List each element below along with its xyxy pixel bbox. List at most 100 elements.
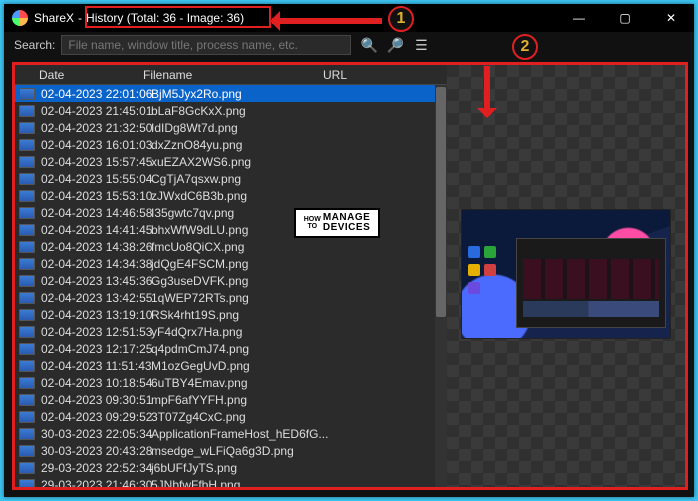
image-thumb-icon bbox=[19, 275, 35, 287]
col-url-header[interactable]: URL bbox=[323, 68, 447, 82]
image-thumb-icon bbox=[19, 105, 35, 117]
row-filename: xuEZAX2WS6.png bbox=[151, 155, 447, 169]
minimize-button[interactable]: — bbox=[556, 4, 602, 32]
row-date: 02-04-2023 09:29:52 bbox=[41, 410, 151, 424]
close-button[interactable]: ✕ bbox=[648, 4, 694, 32]
row-date: 02-04-2023 22:01:06 bbox=[41, 87, 151, 101]
row-filename: mpF6afYYFH.png bbox=[151, 393, 447, 407]
table-row[interactable]: 02-04-2023 13:45:36Gg3useDVFK.png bbox=[15, 272, 447, 289]
history-list: Date Filename URL 02-04-2023 22:01:06BjM… bbox=[15, 65, 447, 487]
row-date: 30-03-2023 20:43:28 bbox=[41, 444, 151, 458]
row-filename: 5JNbfwFfbH.png bbox=[151, 478, 447, 488]
row-filename: bLaF8GcKxX.png bbox=[151, 104, 447, 118]
row-filename: dxZznO84yu.png bbox=[151, 138, 447, 152]
search-bar: Search: 🔍 🔎 ☰ bbox=[4, 32, 694, 58]
maximize-button[interactable]: ▢ bbox=[602, 4, 648, 32]
image-thumb-icon bbox=[19, 411, 35, 423]
table-row[interactable]: 30-03-2023 22:05:34ApplicationFrameHost_… bbox=[15, 425, 447, 442]
image-thumb-icon bbox=[19, 445, 35, 457]
search-input[interactable] bbox=[61, 35, 351, 55]
row-date: 02-04-2023 14:46:58 bbox=[41, 206, 151, 220]
titlebar[interactable]: ShareX - History (Total: 36 - Image: 36)… bbox=[4, 4, 694, 32]
image-thumb-icon bbox=[19, 122, 35, 134]
sharex-history-window: ShareX - History (Total: 36 - Image: 36)… bbox=[4, 4, 694, 497]
row-filename: CgTjA7qsxw.png bbox=[151, 172, 447, 186]
row-date: 02-04-2023 09:30:51 bbox=[41, 393, 151, 407]
image-thumb-icon bbox=[19, 360, 35, 372]
row-filename: j6bUFfJyTS.png bbox=[151, 461, 447, 475]
content-area: Date Filename URL 02-04-2023 22:01:06BjM… bbox=[12, 62, 688, 490]
table-row[interactable]: 02-04-2023 12:17:25q4pdmCmJ74.png bbox=[15, 340, 447, 357]
image-thumb-icon bbox=[19, 428, 35, 440]
row-date: 02-04-2023 15:55:04 bbox=[41, 172, 151, 186]
table-row[interactable]: 02-04-2023 14:46:58I35gwtc7qv.png bbox=[15, 204, 447, 221]
app-name: ShareX bbox=[34, 11, 74, 25]
table-row[interactable]: 30-03-2023 20:43:28msedge_wLFiQa6g3D.png bbox=[15, 442, 447, 459]
row-date: 02-04-2023 12:51:53 bbox=[41, 325, 151, 339]
scrollbar-thumb[interactable] bbox=[436, 87, 446, 317]
table-row[interactable]: 02-04-2023 21:45:01bLaF8GcKxX.png bbox=[15, 102, 447, 119]
col-filename-header[interactable]: Filename bbox=[143, 68, 323, 82]
image-thumb-icon bbox=[19, 156, 35, 168]
table-row[interactable]: 02-04-2023 09:30:51mpF6afYYFH.png bbox=[15, 391, 447, 408]
table-row[interactable]: 29-03-2023 22:52:34j6bUFfJyTS.png bbox=[15, 459, 447, 476]
table-row[interactable]: 02-04-2023 14:38:26fmcUo8QiCX.png bbox=[15, 238, 447, 255]
image-thumb-icon bbox=[19, 241, 35, 253]
row-filename: yF4dQrx7Ha.png bbox=[151, 325, 447, 339]
image-thumb-icon bbox=[19, 343, 35, 355]
row-date: 30-03-2023 22:05:34 bbox=[41, 427, 151, 441]
table-row[interactable]: 02-04-2023 14:41:45bhxWfW9dLU.png bbox=[15, 221, 447, 238]
row-filename: msedge_wLFiQa6g3D.png bbox=[151, 444, 447, 458]
image-thumb-icon bbox=[19, 479, 35, 488]
table-row[interactable]: 02-04-2023 21:32:50IdIDg8Wt7d.png bbox=[15, 119, 447, 136]
row-date: 02-04-2023 21:32:50 bbox=[41, 121, 151, 135]
row-filename: jdQgE4FSCM.png bbox=[151, 257, 447, 271]
table-row[interactable]: 02-04-2023 09:29:523T07Zg4CxC.png bbox=[15, 408, 447, 425]
table-row[interactable]: 02-04-2023 16:01:03dxZznO84yu.png bbox=[15, 136, 447, 153]
vertical-scrollbar[interactable] bbox=[435, 85, 447, 487]
row-filename: q4pdmCmJ74.png bbox=[151, 342, 447, 356]
table-row[interactable]: 02-04-2023 12:51:53yF4dQrx7Ha.png bbox=[15, 323, 447, 340]
table-row[interactable]: 02-04-2023 15:55:04CgTjA7qsxw.png bbox=[15, 170, 447, 187]
table-row[interactable]: 02-04-2023 15:57:45xuEZAX2WS6.png bbox=[15, 153, 447, 170]
row-date: 02-04-2023 15:57:45 bbox=[41, 155, 151, 169]
row-filename: 3T07Zg4CxC.png bbox=[151, 410, 447, 424]
row-filename: bhxWfW9dLU.png bbox=[151, 223, 447, 237]
table-row[interactable]: 02-04-2023 10:18:546uTBY4Emav.png bbox=[15, 374, 447, 391]
table-row[interactable]: 02-04-2023 11:51:43M1ozGegUvD.png bbox=[15, 357, 447, 374]
row-filename: BjM5Jyx2Ro.png bbox=[151, 87, 447, 101]
image-thumb-icon bbox=[19, 190, 35, 202]
row-filename: zJWxdC6B3b.png bbox=[151, 189, 447, 203]
image-thumb-icon bbox=[19, 207, 35, 219]
sharex-logo-icon bbox=[12, 10, 28, 26]
row-filename: IdIDg8Wt7d.png bbox=[151, 121, 447, 135]
settings-icon[interactable]: ☰ bbox=[413, 37, 429, 53]
search-icon[interactable]: 🔍 bbox=[361, 37, 377, 53]
window-title-suffix: History (Total: 36 - Image: 36) bbox=[82, 10, 248, 26]
table-row[interactable]: 02-04-2023 15:53:10zJWxdC6B3b.png bbox=[15, 187, 447, 204]
table-row[interactable]: 02-04-2023 13:42:551qWEP72RTs.png bbox=[15, 289, 447, 306]
row-filename: RSk4rht19S.png bbox=[151, 308, 447, 322]
table-row[interactable]: 02-04-2023 22:01:06BjM5Jyx2Ro.png bbox=[15, 85, 447, 102]
column-headers[interactable]: Date Filename URL bbox=[15, 65, 447, 85]
preview-image[interactable] bbox=[461, 209, 671, 339]
image-thumb-icon bbox=[19, 292, 35, 304]
table-row[interactable]: 02-04-2023 14:34:38jdQgE4FSCM.png bbox=[15, 255, 447, 272]
row-date: 02-04-2023 13:19:10 bbox=[41, 308, 151, 322]
image-thumb-icon bbox=[19, 394, 35, 406]
search-advanced-icon[interactable]: 🔎 bbox=[387, 37, 403, 53]
image-thumb-icon bbox=[19, 309, 35, 321]
table-row[interactable]: 02-04-2023 13:19:10RSk4rht19S.png bbox=[15, 306, 447, 323]
row-date: 02-04-2023 14:41:45 bbox=[41, 223, 151, 237]
row-date: 02-04-2023 14:38:26 bbox=[41, 240, 151, 254]
col-date-header[interactable]: Date bbox=[15, 68, 143, 82]
search-label: Search: bbox=[14, 38, 55, 52]
image-thumb-icon bbox=[19, 462, 35, 474]
table-row[interactable]: 29-03-2023 21:46:305JNbfwFfbH.png bbox=[15, 476, 447, 487]
image-thumb-icon bbox=[19, 88, 35, 100]
row-date: 02-04-2023 16:01:03 bbox=[41, 138, 151, 152]
image-thumb-icon bbox=[19, 377, 35, 389]
row-date: 29-03-2023 21:46:30 bbox=[41, 478, 151, 488]
row-date: 29-03-2023 22:52:34 bbox=[41, 461, 151, 475]
image-thumb-icon bbox=[19, 139, 35, 151]
